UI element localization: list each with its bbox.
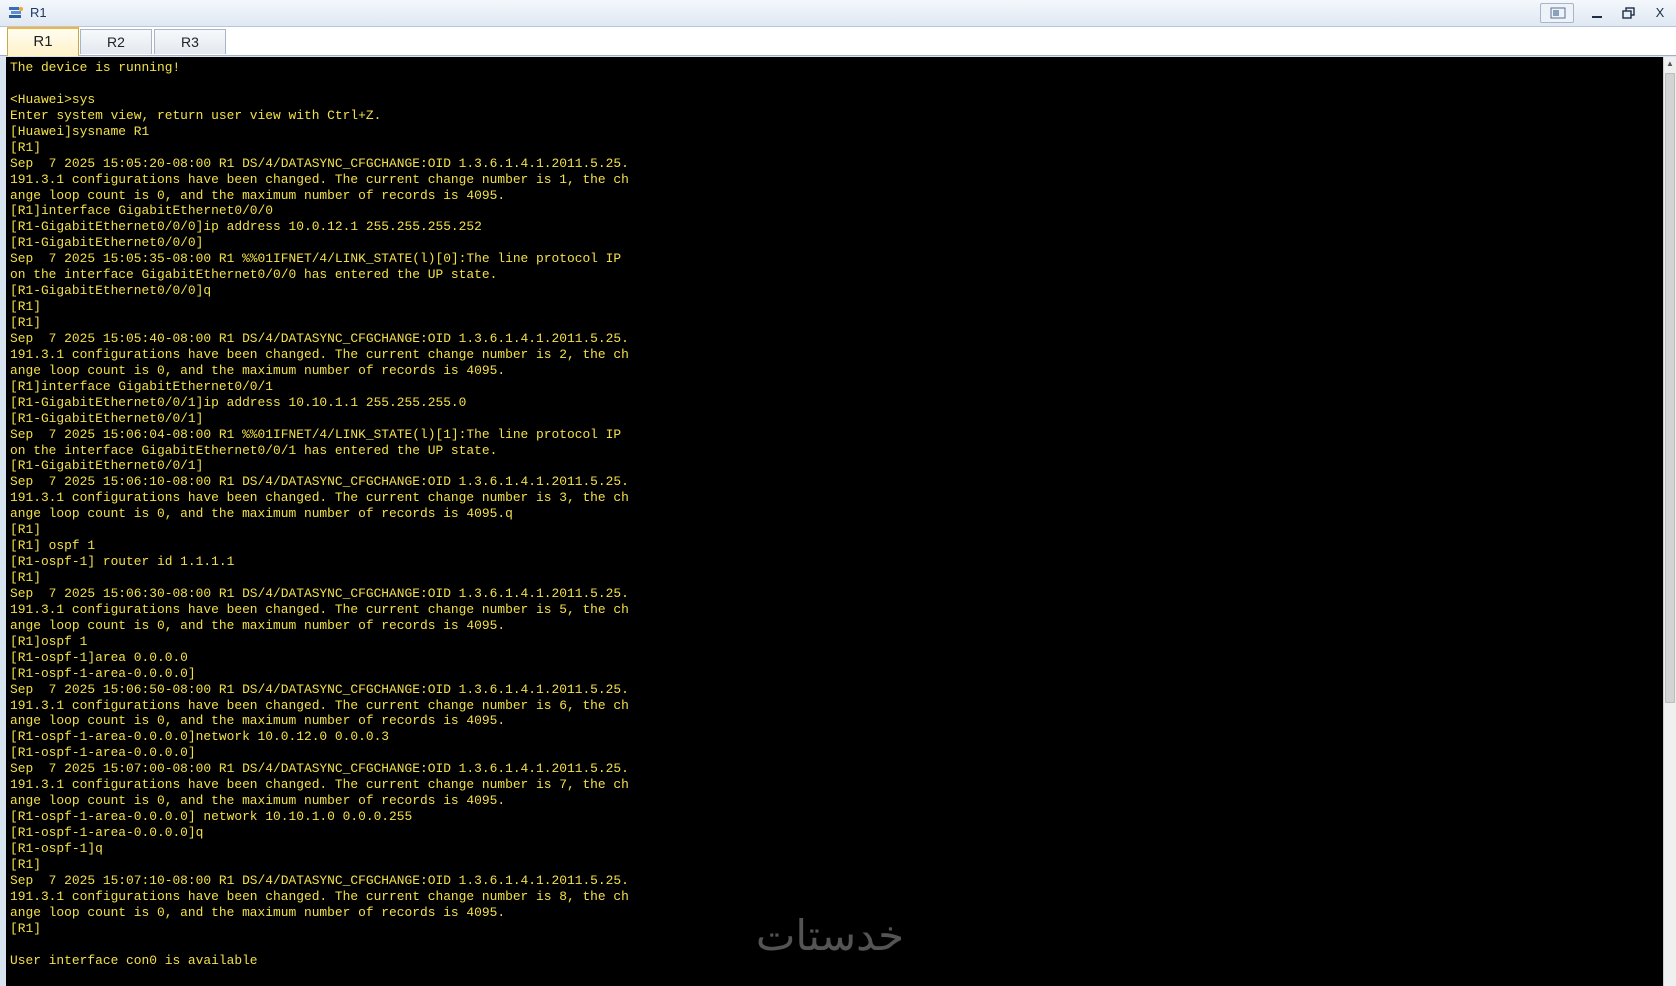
console-line: Sep 7 2025 15:06:04-08:00 R1 %%01IFNET/4… — [10, 426, 622, 442]
console-line: [R1-ospf-1-area-0.0.0.0]network 10.0.12.… — [10, 729, 390, 745]
console-line: Sep 7 2025 15:07:00-08:00 R1 DS/4/DATASY… — [10, 761, 629, 777]
console-line: ange loop count is 0, and the maximum nu… — [10, 617, 506, 633]
watermark-text: خدستات — [756, 911, 904, 960]
console-line: [R1-ospf-1-area-0.0.0.0] — [10, 745, 196, 761]
console-scrollbar[interactable]: ▲ — [1663, 57, 1676, 986]
console-output: The device is running! <Huawei>sys Enter s… — [10, 60, 629, 968]
console-line: ange loop count is 0, and the maximum nu… — [10, 187, 506, 203]
terminal-console[interactable]: The device is running! <Huawei>sys Enter s… — [6, 57, 1663, 986]
console-line: 191.3.1 configurations have been changed… — [10, 171, 629, 187]
console-line: User interface con0 is available — [10, 952, 258, 968]
console-line: [R1]interface GigabitEthernet0/0/1 — [10, 378, 274, 394]
device-tab-bar: R1 R2 R3 — [0, 27, 1676, 56]
console-line: [R1-ospf-1]q — [10, 840, 103, 856]
console-line: [R1-GigabitEthernet0/0/1] — [10, 458, 204, 474]
tab-r2[interactable]: R2 — [80, 29, 152, 54]
console-line: [R1-GigabitEthernet0/0/1]ip address 10.1… — [10, 394, 467, 410]
console-line: [R1-ospf-1] router id 1.1.1.1 — [10, 554, 235, 570]
console-line: 191.3.1 configurations have been changed… — [10, 888, 629, 904]
minimize-button[interactable] — [1582, 3, 1610, 23]
console-line: [R1] — [10, 299, 41, 315]
console-line: [R1-ospf-1]area 0.0.0.0 — [10, 649, 188, 665]
console-line: on the interface GigabitEthernet0/0/0 ha… — [10, 267, 498, 283]
console-line: 191.3.1 configurations have been changed… — [10, 346, 629, 362]
console-line: Sep 7 2025 15:07:10-08:00 R1 DS/4/DATASY… — [10, 872, 629, 888]
console-line: Sep 7 2025 15:06:50-08:00 R1 DS/4/DATASY… — [10, 681, 629, 697]
router-app-icon — [9, 7, 23, 18]
title-bar[interactable]: R1 X — [0, 0, 1676, 27]
console-line: [R1] ospf 1 — [10, 538, 96, 554]
console-line: [R1-GigabitEthernet0/0/0]ip address 10.0… — [10, 219, 482, 235]
console-line: <Huawei>sys — [10, 91, 96, 107]
ensp-console-window: R1 X R1 R2 R3 The device is running! <Hu… — [0, 0, 1676, 986]
compact-view-button[interactable] — [1540, 3, 1574, 23]
console-line: [Huawei]sysname R1 — [10, 123, 150, 139]
console-line: [R1] — [10, 315, 41, 330]
console-line: Sep 7 2025 15:05:35-08:00 R1 %%01IFNET/4… — [10, 251, 622, 267]
console-line: [R1] — [10, 139, 41, 155]
console-line: [R1] — [10, 920, 41, 936]
window-layout-icon — [1550, 7, 1566, 19]
console-line: Sep 7 2025 15:06:30-08:00 R1 DS/4/DATASY… — [10, 585, 629, 601]
console-line: Sep 7 2025 15:06:10-08:00 R1 DS/4/DATASY… — [10, 474, 629, 490]
console-line: [R1] — [10, 522, 41, 538]
minimize-icon — [1592, 16, 1602, 18]
console-line: [R1-GigabitEthernet0/0/0]q — [10, 283, 212, 299]
console-line: on the interface GigabitEthernet0/0/1 ha… — [10, 442, 498, 458]
console-line: 191.3.1 configurations have been changed… — [10, 777, 629, 793]
tab-r3[interactable]: R3 — [154, 29, 226, 54]
console-line: ange loop count is 0, and the maximum nu… — [10, 506, 513, 522]
console-line: 191.3.1 configurations have been changed… — [10, 601, 629, 617]
close-button[interactable]: X — [1646, 3, 1674, 23]
console-line: [R1] — [10, 856, 41, 872]
restore-button[interactable] — [1614, 3, 1642, 23]
console-line: [R1-ospf-1-area-0.0.0.0]q — [10, 825, 204, 840]
console-line: [R1-GigabitEthernet0/0/1] — [10, 410, 204, 426]
scroll-up-arrow-icon[interactable]: ▲ — [1664, 57, 1676, 71]
console-line: Sep 7 2025 15:05:20-08:00 R1 DS/4/DATASY… — [10, 155, 629, 171]
console-line: Sep 7 2025 15:05:40-08:00 R1 DS/4/DATASY… — [10, 330, 629, 346]
console-line: 191.3.1 configurations have been changed… — [10, 697, 629, 713]
watermark-logo: خدستات — [756, 911, 904, 960]
console-line: [R1-ospf-1-area-0.0.0.0] — [10, 665, 196, 681]
tab-r1[interactable]: R1 — [7, 27, 79, 56]
console-line: ange loop count is 0, and the maximum nu… — [10, 713, 506, 729]
console-line: Enter system view, return user view with… — [10, 107, 382, 123]
console-line: ange loop count is 0, and the maximum nu… — [10, 904, 506, 920]
console-line: [R1]interface GigabitEthernet0/0/0 — [10, 203, 274, 219]
scrollbar-thumb[interactable] — [1665, 73, 1675, 703]
console-line: ange loop count is 0, and the maximum nu… — [10, 362, 506, 378]
console-line: 191.3.1 configurations have been changed… — [10, 490, 629, 506]
console-line: The device is running! — [10, 60, 181, 75]
console-line: ange loop count is 0, and the maximum nu… — [10, 793, 506, 809]
console-line: [R1] — [10, 570, 41, 585]
restore-icon — [1622, 7, 1635, 19]
console-line: [R1-GigabitEthernet0/0/0] — [10, 235, 204, 251]
console-line: [R1-ospf-1-area-0.0.0.0] network 10.10.1… — [10, 809, 413, 825]
console-line: [R1]ospf 1 — [10, 633, 88, 649]
close-icon: X — [1655, 5, 1665, 20]
window-title: R1 — [30, 5, 47, 20]
